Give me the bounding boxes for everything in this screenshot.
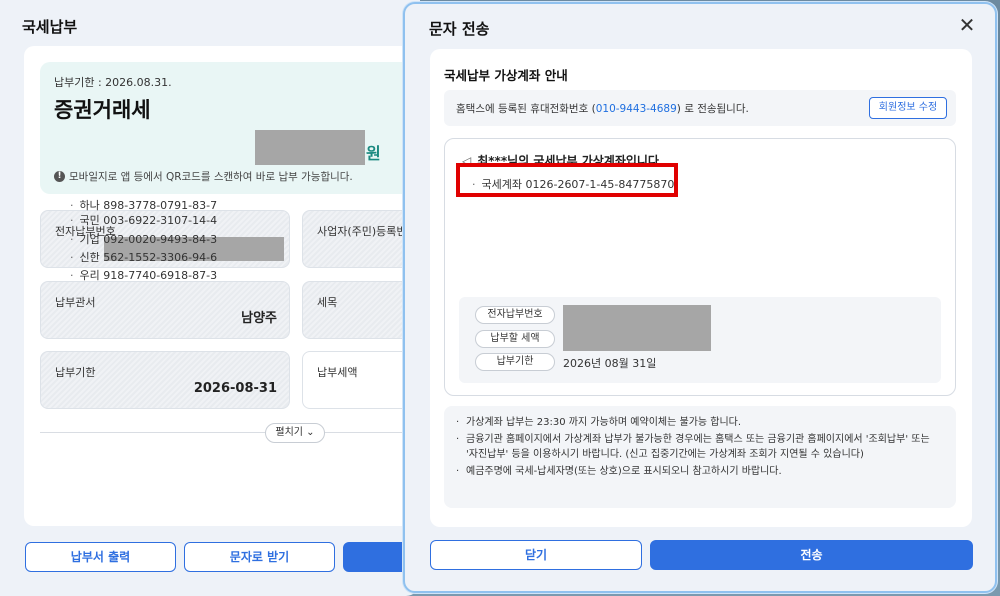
field-label: 납부기한 [55,366,96,379]
account-line: 우리 918-7740-6918-87-3 [70,267,218,283]
field-label: 세목 [317,296,338,309]
phone-prefix: 홈택스에 등록된 휴대전화번호 ( [456,103,596,115]
field-label: 사업자(주민)등록번호 [317,225,417,238]
account-line-national-tax: 국세계좌 0126-2607-1-45-84775870 [472,176,675,192]
amount-unit: 원 [366,144,381,163]
payment-detail: 전자납부번호 납부할 세액 납부기한 2026년 08월 31일 [459,297,941,383]
notice-item: 가상계좌 납부는 23:30 까지 가능하며 예약이체는 불가능 합니다. [456,415,944,430]
notice-list: 가상계좌 납부는 23:30 까지 가능하며 예약이체는 불가능 합니다. 금융… [444,406,956,508]
detail-label-amount: 납부할 세액 [475,330,555,348]
qr-note: ! 모바일지로 앱 등에서 QR코드를 스캔하여 바로 납부 가능합니다. [54,169,353,184]
notice-item: 예금주명에 국세-납세자명(또는 상호)으로 표시되오니 참고하시기 바랍니다. [456,464,944,479]
phone-notice: 홈택스에 등록된 휴대전화번호 (010-9443-4689) 로 전송됩니다.… [444,90,956,126]
tax-payment-panel: 국세납부 납부기한 : 2026.08.31. 증권거래세 원 ! 모바일지로 … [0,0,420,596]
amount-redacted [255,130,365,165]
field-due-date: 납부기한 2026-08-31 [40,351,290,409]
phone-text: 홈택스에 등록된 휴대전화번호 (010-9443-4689) 로 전송됩니다. [456,101,749,116]
detail-label-due: 납부기한 [475,353,555,371]
modal-title: 문자 전송 [429,20,490,38]
detail-label-epay: 전자납부번호 [475,306,555,324]
account-line: 하나 898-3778-0791-83-7 [70,197,218,213]
divider [40,432,420,433]
account-line: 기업 092-0020-9493-84-3 [70,231,218,247]
detail-due-value: 2026년 08월 31일 [563,357,657,370]
field-label: 납부관서 [55,296,96,309]
phone-number: 010-9443-4689 [595,103,677,115]
field-label: 납부세액 [317,366,358,379]
print-bill-button[interactable]: 납부서 출력 [25,542,176,572]
edit-member-info-button[interactable]: 회원정보 수정 [869,97,947,119]
send-button[interactable]: 전송 [650,540,973,570]
expand-button[interactable]: 펼치기 ⌄ [265,423,325,443]
close-button[interactable]: 닫기 [430,540,642,570]
phone-suffix: ) 로 전송됩니다. [676,103,749,115]
tax-name: 증권거래세 [54,98,151,122]
receive-sms-button[interactable]: 문자로 받기 [184,542,335,572]
panel-title: 국세납부 [22,18,78,36]
account-line: 신한 562-1552-3306-94-6 [70,249,218,265]
account-line: 국민 003-6922-3107-14-4 [70,212,218,228]
field-office: 납부관서 남양주 [40,281,290,339]
close-icon[interactable]: ✕ [956,14,978,36]
modal-heading: 국세납부 가상계좌 안내 [444,68,568,83]
field-value: 남양주 [241,311,277,326]
due-date-label: 납부기한 : 2026.08.31. [54,76,172,89]
detail-redacted [563,305,711,351]
highlight-box: 국세계좌 0126-2607-1-45-84775870 [456,163,678,197]
notice-item: 금융기관 홈페이지에서 가상계좌 납부가 불가능한 경우에는 홈택스 또는 금융… [456,432,944,462]
qr-note-text: 모바일지로 앱 등에서 QR코드를 스캔하여 바로 납부 가능합니다. [69,171,353,183]
info-icon: ! [54,171,65,182]
field-value: 2026-08-31 [193,381,277,396]
